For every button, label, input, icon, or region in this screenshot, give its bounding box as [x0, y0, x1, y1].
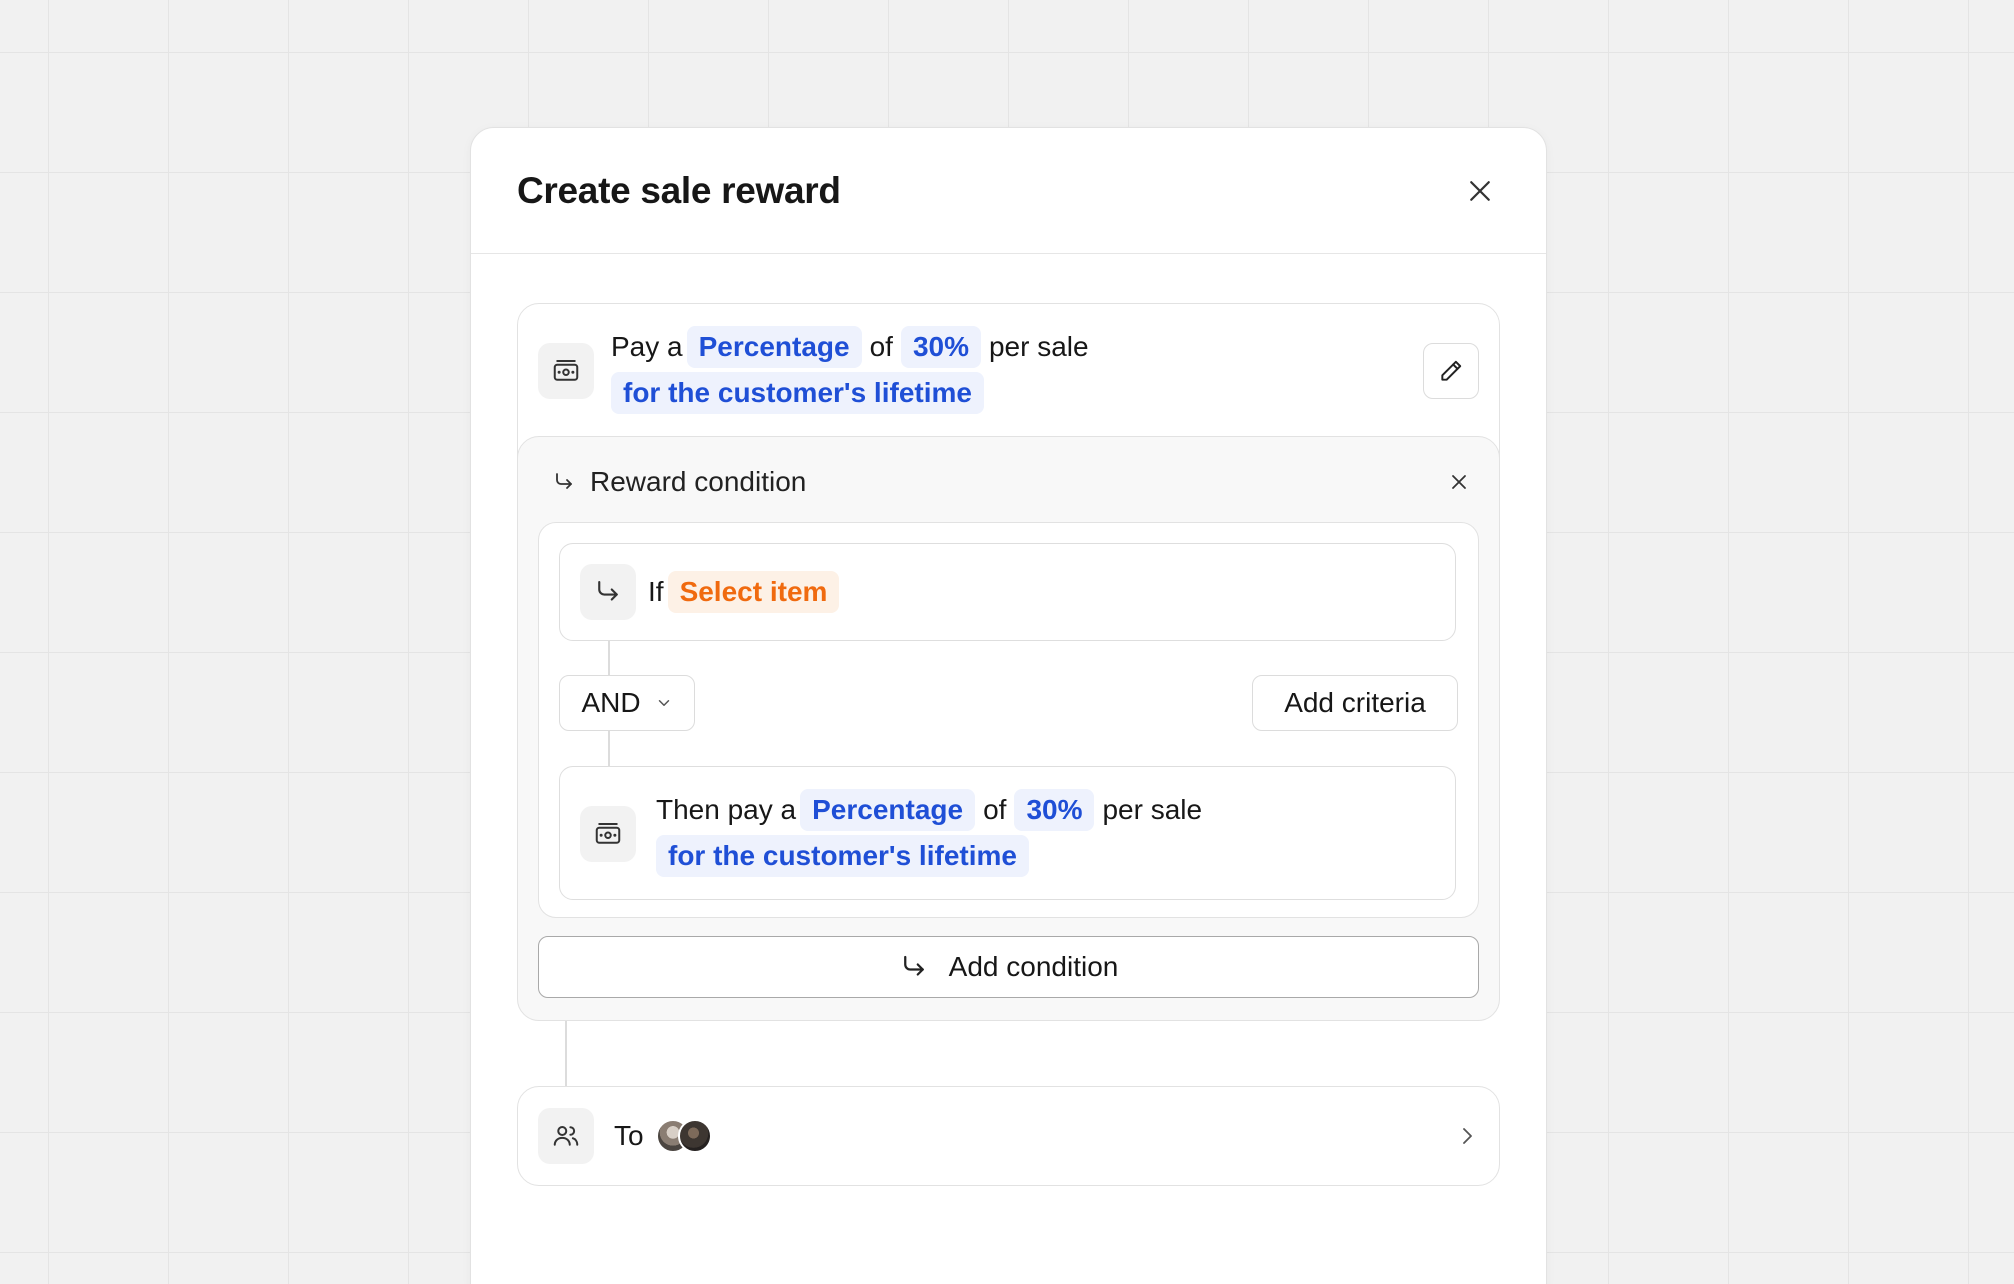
reward-suffix: per sale	[988, 331, 1089, 362]
condition-rules-panel: If Select item AND Add criteria Then pay …	[538, 522, 1479, 918]
operator-label: AND	[581, 687, 641, 718]
add-condition-button[interactable]: Add condition	[538, 936, 1479, 998]
recipients-label: To	[614, 1120, 644, 1151]
reward-prefix: Pay a	[611, 331, 683, 362]
arrow-return-icon	[556, 473, 572, 489]
condition-title-wrap: Reward condition	[552, 466, 806, 498]
reward-of: of	[869, 331, 893, 362]
then-prefix: Then pay a	[656, 794, 797, 825]
recipients-icon-box	[538, 1108, 594, 1164]
reward-type-pill[interactable]: Percentage	[686, 326, 862, 368]
remove-condition-button[interactable]	[1439, 462, 1479, 502]
reward-sentence: Pay a Percentage of 30% per sale for the cus…	[611, 324, 1411, 416]
if-icon-box	[580, 564, 636, 620]
money-icon	[553, 360, 579, 381]
condition-title: Reward condition	[590, 466, 807, 497]
arrow-return-icon	[598, 580, 618, 601]
users-icon	[553, 1126, 579, 1146]
then-icon-box	[580, 806, 636, 862]
then-of: of	[983, 794, 1007, 825]
operator-dropdown[interactable]: AND	[559, 675, 695, 731]
connector-line	[608, 641, 610, 676]
if-criteria-card: If Select item	[559, 543, 1456, 641]
if-label: If	[648, 576, 664, 607]
then-type-pill[interactable]: Percentage	[800, 789, 976, 831]
chevron-right-icon	[1463, 1128, 1472, 1144]
add-condition-label: Add condition	[948, 951, 1119, 982]
then-reward-card: Then pay a Percentage of 30% per sale for th…	[559, 766, 1456, 900]
edit-reward-button[interactable]	[1423, 343, 1479, 399]
reward-duration-pill[interactable]: for the customer's lifetime	[611, 372, 984, 414]
reward-amount-pill[interactable]: 30%	[900, 326, 981, 368]
then-sentence: Then pay a Percentage of 30% per sale for th…	[656, 787, 1436, 879]
close-icon	[1470, 180, 1490, 201]
modal-header: Create sale reward	[471, 128, 1546, 254]
then-suffix: per sale	[1102, 794, 1203, 825]
recipient-avatars	[655, 1119, 712, 1153]
close-modal-button[interactable]	[1454, 165, 1506, 217]
money-icon	[595, 823, 621, 844]
connector-line	[608, 731, 610, 766]
then-amount-pill[interactable]: 30%	[1014, 789, 1095, 831]
then-duration-pill[interactable]: for the customer's lifetime	[656, 835, 1029, 877]
select-item-pill[interactable]: Select item	[667, 571, 840, 613]
reward-icon-box	[538, 343, 594, 399]
connector-line	[565, 1021, 567, 1086]
modal-title: Create sale reward	[517, 169, 841, 211]
avatar	[677, 1119, 712, 1153]
add-criteria-button[interactable]: Add criteria	[1252, 675, 1458, 731]
chevron-down-icon	[658, 700, 669, 706]
condition-header: Reward condition	[552, 459, 1479, 505]
chevron-wrap	[1455, 1124, 1479, 1148]
arrow-return-icon	[903, 955, 924, 976]
pencil-icon	[1441, 360, 1462, 381]
close-icon	[1452, 475, 1466, 489]
recipients-card[interactable]: To	[517, 1086, 1500, 1186]
if-sentence: If Select item	[648, 569, 843, 615]
reward-condition-panel: Reward condition If Select item AND Add …	[517, 436, 1500, 1021]
create-sale-reward-modal: Create sale reward Pay a Percentage of 30% p…	[470, 127, 1547, 1284]
